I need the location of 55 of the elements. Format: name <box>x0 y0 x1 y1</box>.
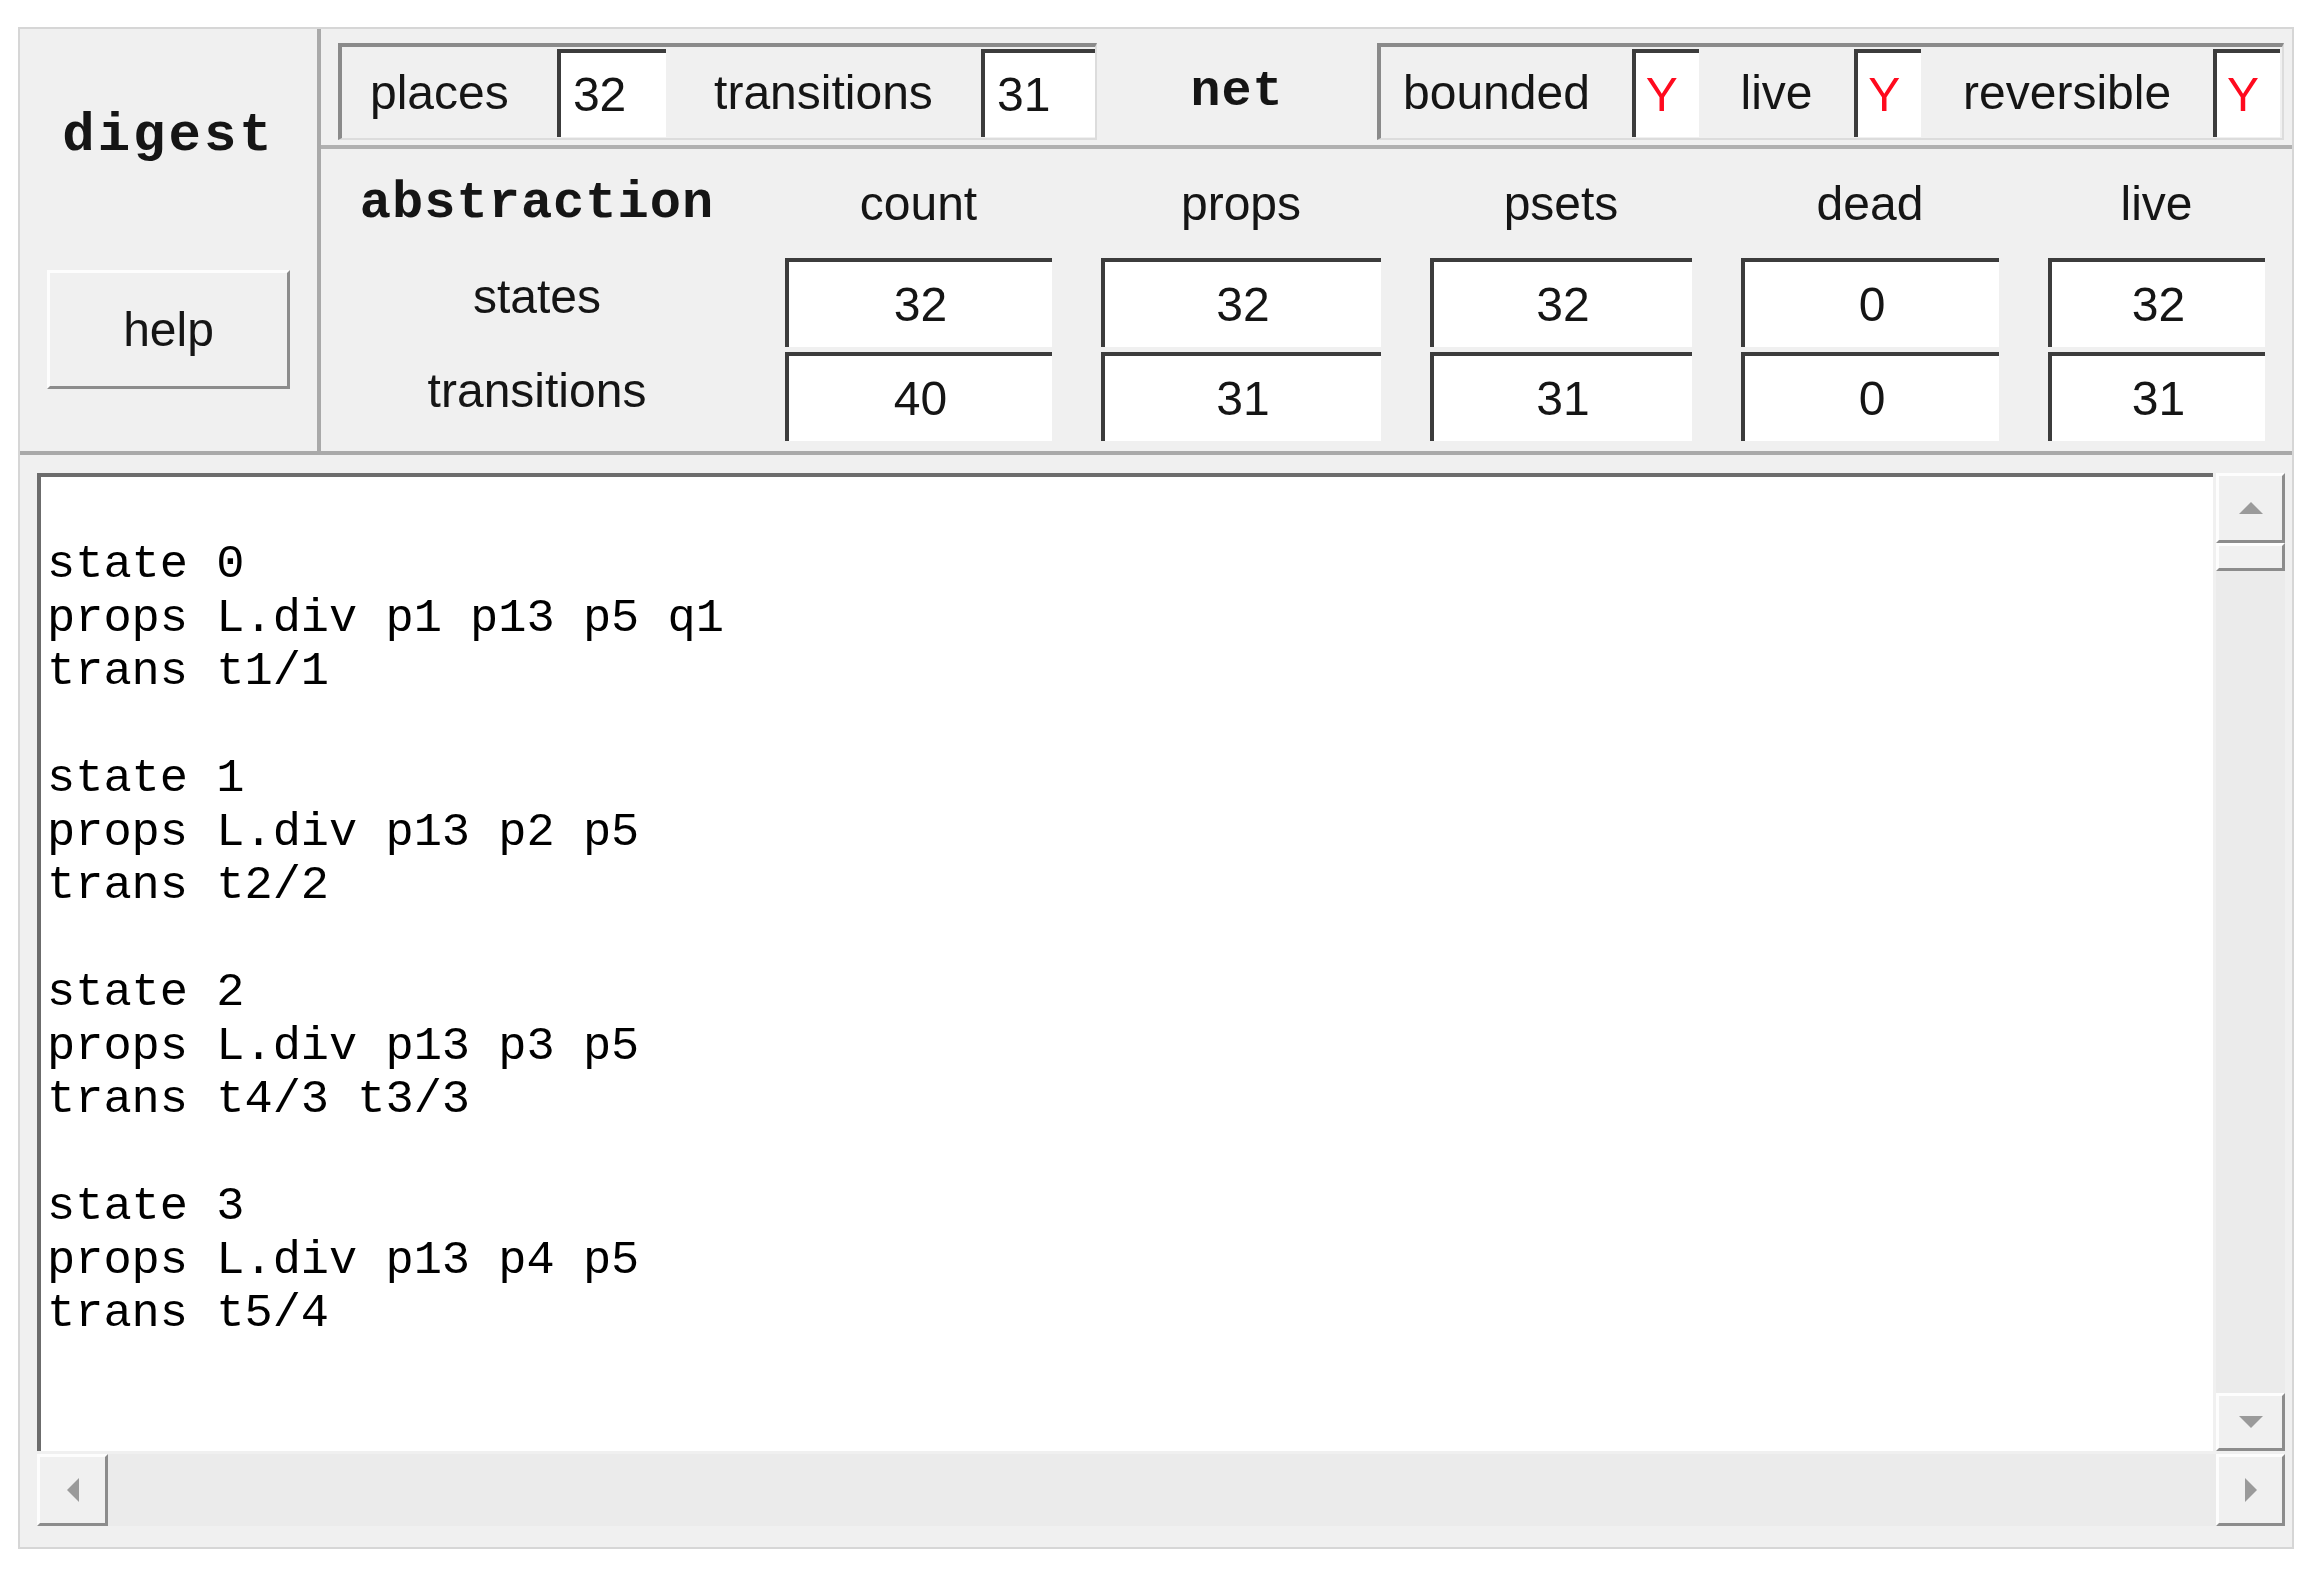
down-arrow-icon <box>2238 1416 2263 1428</box>
text-line: state 3 <box>47 1180 245 1234</box>
text-line: props L.div p13 p3 p5 <box>47 1019 640 1073</box>
value-field[interactable]: 32 <box>2048 258 2265 347</box>
text-line: props L.div p13 p2 p5 <box>47 805 640 859</box>
table-title: abstraction <box>359 178 715 230</box>
text-line: props L.div p13 p4 p5 <box>47 1233 640 1287</box>
column-header: psets <box>1503 180 1619 228</box>
text-line: trans t1/1 <box>47 645 330 699</box>
right-arrow-icon <box>2244 1478 2257 1502</box>
vertical-scrollbar[interactable] <box>2216 473 2285 1451</box>
value-field[interactable]: 32 <box>1101 258 1381 347</box>
text-line: trans t2/2 <box>47 859 330 913</box>
value-field[interactable]: 0 <box>1741 352 1999 441</box>
value-field[interactable]: 0 <box>1741 258 1999 347</box>
field-label: bounded <box>1403 68 1590 117</box>
scroll-right-button[interactable] <box>2216 1454 2285 1526</box>
text-line: state 2 <box>47 966 245 1020</box>
value-field[interactable]: 32 <box>556 48 666 137</box>
column-header: props <box>1180 180 1302 228</box>
value-field[interactable]: 31 <box>981 48 1095 137</box>
text-line: state 1 <box>47 752 245 806</box>
field-label: places <box>370 68 509 117</box>
value-field[interactable]: Y <box>2212 48 2280 137</box>
text-line: state 0 <box>47 538 245 592</box>
row-label: states <box>472 272 602 321</box>
value-field[interactable]: 40 <box>785 352 1052 441</box>
up-arrow-icon <box>2238 502 2263 514</box>
scroll-down-button[interactable] <box>2216 1393 2285 1451</box>
section-title: net <box>1190 66 1284 117</box>
value-field[interactable]: 31 <box>2048 352 2265 441</box>
scroll-left-button[interactable] <box>37 1454 108 1526</box>
value-field[interactable]: 32 <box>1430 258 1692 347</box>
field-label: transitions <box>714 68 933 117</box>
left-arrow-icon <box>66 1478 79 1502</box>
help-button[interactable]: help <box>47 270 290 389</box>
column-header: count <box>859 180 978 228</box>
row-label: transitions <box>427 366 647 415</box>
column-header: live <box>2120 180 2193 228</box>
value-field[interactable]: 31 <box>1101 352 1381 441</box>
field-label: reversible <box>1963 68 2172 117</box>
value-field[interactable]: 32 <box>785 258 1052 347</box>
column-header: dead <box>1816 180 1924 228</box>
scrollbar-thumb[interactable] <box>2216 543 2285 571</box>
value-field[interactable]: 31 <box>1430 352 1692 441</box>
value-field[interactable]: Y <box>1631 48 1699 137</box>
scroll-up-button[interactable] <box>2216 473 2285 543</box>
text-line: trans t4/3 t3/3 <box>47 1073 471 1127</box>
value-field[interactable]: Y <box>1854 48 1922 137</box>
output-text-area[interactable]: state 0 props L.div p1 p13 p5 q1 trans t1/1 state 1 props L.div p13 p2 p5 trans t2/2 state 2 props L.div p13 p3 p5 trans t4/3 t3/3 state 3 props L.div p13 p4 p5 trans t5/4 <box>37 473 2213 1451</box>
text-line: trans t5/4 <box>47 1287 330 1341</box>
field-label: live <box>1740 68 1813 117</box>
text-line: props L.div p1 p13 p5 q1 <box>47 591 724 645</box>
horizontal-scrollbar[interactable] <box>37 1454 2285 1526</box>
panel-title: digest <box>62 107 275 165</box>
